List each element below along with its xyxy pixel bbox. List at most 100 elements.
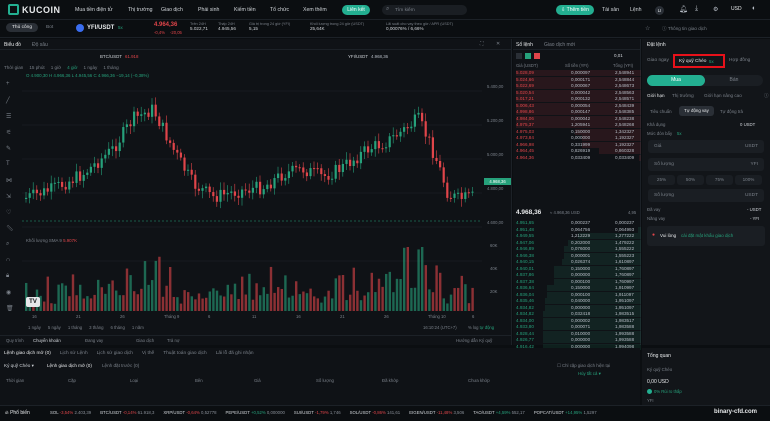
- interval-time[interactable]: Thời gian: [4, 65, 23, 70]
- expand-icon[interactable]: ⛶: [480, 41, 484, 47]
- interval-1mo[interactable]: 1 tháng: [103, 65, 118, 70]
- tick-size-select[interactable]: 0,01: [614, 53, 623, 58]
- margin-guide-link[interactable]: Hướng dẫn Ký quỹ: [456, 338, 492, 343]
- tab-open-orders[interactable]: Lệnh giao dịch mở (0): [4, 351, 51, 356]
- star-icon[interactable]: ☆: [645, 25, 650, 32]
- order-type-market[interactable]: Thị trường: [672, 93, 694, 98]
- ticker-item[interactable]: TAO/USDT +4,59% 552,17: [473, 410, 525, 415]
- nav-institutional[interactable]: Tổ chức: [270, 7, 289, 13]
- tab-depth[interactable]: Độ sâu: [32, 42, 48, 48]
- range-1y[interactable]: 1 năm: [132, 325, 144, 330]
- tab-recent-trades[interactable]: Giao dịch mới: [544, 42, 575, 48]
- ruler-icon[interactable]: 📏︎: [6, 225, 14, 232]
- interval-1h[interactable]: 1 giờ: [51, 65, 61, 70]
- margin-filter[interactable]: Ký quỹ Chéo ▾: [4, 363, 34, 369]
- mode-bot-tab[interactable]: Bot: [40, 23, 59, 32]
- pair-name[interactable]: YFI/USDT: [87, 25, 114, 31]
- log-toggle[interactable]: % log tự động: [468, 325, 494, 330]
- trash-icon[interactable]: 🗑︎: [6, 305, 14, 312]
- horizontal-line-icon[interactable]: ☰: [6, 113, 11, 120]
- amount-input[interactable]: Số lượng YFI: [648, 158, 764, 171]
- nav-buy-crypto[interactable]: Mua tiền điện tử: [75, 7, 113, 13]
- ticker-item[interactable]: SUI/USDT -1,79% 1,746: [294, 410, 341, 415]
- cancel-all-button[interactable]: Hủy tất cả ▾: [578, 371, 601, 377]
- interval-4h[interactable]: 4 giờ: [67, 65, 77, 70]
- tab-positions[interactable]: Vị thế: [142, 351, 154, 356]
- crosshair-icon[interactable]: +: [6, 81, 10, 87]
- tab-realized-pnl[interactable]: Lãi lỗ đã ghi nhận: [216, 351, 254, 356]
- range-1d[interactable]: 1 ngày: [28, 325, 41, 330]
- eye-icon[interactable]: ◉: [6, 289, 11, 296]
- settings-icon[interactable]: ⚙: [713, 6, 718, 13]
- ticker-item[interactable]: SOL/USDT -0,86% 141,61: [350, 410, 401, 415]
- heart-icon[interactable]: ♡: [6, 209, 11, 216]
- flow-repay[interactable]: Trả nợ: [167, 338, 180, 343]
- pct-75[interactable]: 75%: [706, 175, 733, 185]
- tab-order-history[interactable]: Lịch sử Lệnh: [60, 351, 88, 356]
- price-input[interactable]: Giá USDT: [648, 140, 764, 153]
- pattern-icon[interactable]: ⋈: [6, 177, 12, 184]
- nav-trade[interactable]: Giao dịch: [161, 7, 183, 13]
- layout-asks-icon[interactable]: [534, 53, 540, 59]
- close-icon[interactable]: ✕: [496, 41, 500, 47]
- range-5d[interactable]: 5 ngày: [48, 325, 61, 330]
- flow-borrow[interactable]: Đang vay: [85, 338, 103, 343]
- brush-icon[interactable]: ✎: [6, 145, 11, 152]
- range-6m[interactable]: 6 tháng: [111, 325, 125, 330]
- order-type-limit[interactable]: Giới hạn: [647, 93, 665, 98]
- ticker-item[interactable]: PEPE/USDT +0,52% 0,000000: [226, 410, 285, 415]
- deposit-button[interactable]: ⇩ Thêm tiền: [556, 5, 594, 15]
- pct-100[interactable]: 100%: [735, 175, 762, 185]
- launch-button[interactable]: Liên kết: [342, 5, 370, 15]
- zoom-icon[interactable]: ⌕: [6, 241, 9, 248]
- fib-icon[interactable]: ⚟: [6, 129, 11, 136]
- tab-spot[interactable]: Giao ngay: [647, 58, 669, 63]
- pct-25[interactable]: 25%: [648, 175, 675, 185]
- subtab-stop[interactable]: Lệnh đặt trước (0): [102, 363, 139, 368]
- buy-tab[interactable]: Mua: [647, 75, 705, 86]
- tab-trade-history[interactable]: Lịch sử giao dịch: [97, 351, 133, 356]
- notification-icon[interactable]: 🔔︎: [679, 5, 688, 13]
- ticker-label[interactable]: 🔥︎ Phổ biến: [5, 410, 30, 416]
- pct-50[interactable]: 50%: [677, 175, 704, 185]
- text-icon[interactable]: T: [6, 161, 10, 167]
- ticker-item[interactable]: POPCAT/USDT +14,95% 1,5297: [534, 410, 597, 415]
- theme-icon[interactable]: ◐: [752, 5, 756, 12]
- ticker-item[interactable]: SOL -3,54% 2.403,39: [50, 410, 91, 415]
- nav-assets[interactable]: Tài sản: [602, 7, 619, 13]
- download-app-icon[interactable]: ⤓: [695, 5, 698, 13]
- ticker-item[interactable]: BTC/USDT -0,14% 61.918,3: [100, 410, 154, 415]
- borrow-auto[interactable]: Tự động vay: [679, 106, 714, 116]
- mode-manual-tab[interactable]: Thủ công: [6, 23, 39, 32]
- tab-orderbook[interactable]: Sổ lệnh: [516, 42, 533, 48]
- layout-both-icon[interactable]: [516, 53, 522, 59]
- ticker-item[interactable]: XRP/USDT -0,64% 0,52778: [163, 410, 216, 415]
- info-icon[interactable]: ⓘ: [764, 93, 769, 99]
- measure-icon[interactable]: ⇲: [6, 193, 11, 200]
- flow-transfer[interactable]: Chuyển khoản: [33, 338, 61, 343]
- borrow-standard[interactable]: Tiêu chuẩn: [650, 109, 672, 114]
- tab-cross-margin[interactable]: Ký quỹ Chéo 5x: [673, 54, 725, 68]
- nav-earn[interactable]: Kiếm tiền: [234, 7, 256, 13]
- sell-tab[interactable]: Bán: [705, 75, 763, 86]
- lock-icon[interactable]: 🔒︎: [6, 273, 9, 280]
- avatar[interactable]: LI: [655, 6, 664, 15]
- borrow-auto-repay[interactable]: Tự động trả: [720, 109, 743, 114]
- currency-selector[interactable]: USD: [731, 6, 742, 12]
- subtab-open[interactable]: Lệnh giao dịch mở (0): [47, 363, 92, 368]
- range-1m[interactable]: 1 tháng: [68, 325, 82, 330]
- interval-15m[interactable]: 15 phút: [29, 65, 44, 70]
- layout-bids-icon[interactable]: [525, 53, 531, 59]
- search-box[interactable]: ⌕ Tìm kiếm: [382, 5, 467, 15]
- trading-info-link[interactable]: ⓘ Thông tin giao dịch: [662, 26, 707, 32]
- tab-algo[interactable]: Thuật toán giao dịch: [163, 351, 206, 356]
- range-3m[interactable]: 3 tháng: [89, 325, 103, 330]
- nav-orders[interactable]: Lệnh: [630, 7, 642, 13]
- kucoin-logo[interactable]: KUCOIN: [8, 4, 61, 15]
- nav-markets[interactable]: Thị trường: [128, 7, 152, 13]
- ticker-item[interactable]: EIGEN/USDT -11,48% 3,506: [409, 410, 464, 415]
- ask-row[interactable]: 4.964,36 0,033409 0,033409: [513, 154, 641, 162]
- nav-derivatives[interactable]: Phái sinh: [198, 7, 219, 13]
- total-input[interactable]: Số lượng USDT: [648, 189, 764, 202]
- nav-more[interactable]: Xem thêm: [303, 7, 327, 13]
